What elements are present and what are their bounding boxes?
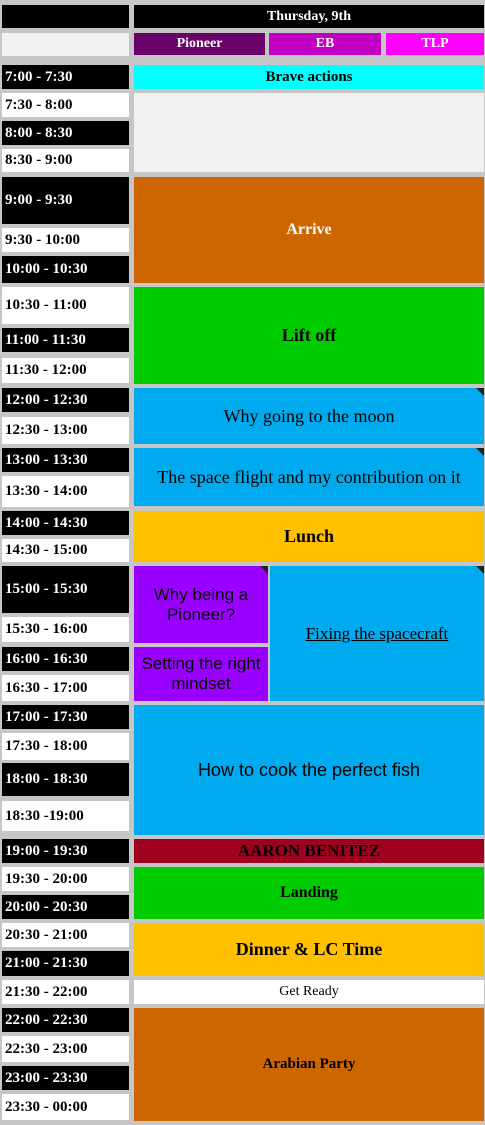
event-get-ready[interactable]: Get Ready (134, 980, 484, 1004)
time-slot: 17:30 - 18:00 (2, 733, 129, 760)
time-slot: 16:30 - 17:00 (2, 675, 129, 701)
time-slot: 9:30 - 10:00 (2, 228, 129, 252)
event-mindset[interactable]: Setting the right mindset (134, 647, 268, 701)
time-slot: 14:00 - 14:30 (2, 511, 129, 535)
event-space-flight[interactable]: The space flight and my contribution on … (134, 448, 484, 506)
event-cook-fish[interactable]: How to cook the perfect fish (134, 705, 484, 835)
time-slot: 7:00 - 7:30 (2, 65, 129, 89)
time-slot: 10:30 - 11:00 (2, 287, 129, 324)
time-slot: 22:30 - 23:00 (2, 1036, 129, 1062)
time-slot: 11:30 - 12:00 (2, 358, 129, 383)
time-slot: 21:30 - 22:00 (2, 980, 129, 1004)
time-slot: 11:00 - 11:30 (2, 328, 129, 352)
time-slot: 15:30 - 16:00 (2, 617, 129, 642)
event-why-pioneer[interactable]: Why being a Pioneer? (134, 566, 268, 643)
time-slot: 12:30 - 13:00 (2, 417, 129, 444)
corner-marker-icon (476, 388, 484, 396)
time-slot: 13:30 - 14:00 (2, 476, 129, 507)
time-slot: 19:00 - 19:30 (2, 839, 129, 863)
time-slot: 20:30 - 21:00 (2, 923, 129, 947)
time-slot: 23:30 - 00:00 (2, 1094, 129, 1120)
time-slot: 8:30 - 9:00 (2, 149, 129, 172)
event-empty-slot (134, 93, 484, 172)
event-dinner[interactable]: Dinner & LC Time (134, 923, 484, 976)
event-fixing-spacecraft-link[interactable]: Fixing the spacecraft (306, 624, 449, 644)
time-slot: 13:00 - 13:30 (2, 448, 129, 472)
event-why-moon-label: Why going to the moon (223, 405, 395, 426)
event-lift-off[interactable]: Lift off (134, 287, 484, 384)
time-slot: 18:30 -19:00 (2, 801, 129, 831)
event-brave-actions[interactable]: Brave actions (134, 65, 484, 89)
event-arrive[interactable]: Arrive (134, 177, 484, 283)
corner-marker-icon (476, 448, 484, 456)
time-slot: 19:30 - 20:00 (2, 867, 129, 891)
event-why-pioneer-label: Why being a Pioneer? (153, 584, 249, 624)
corner-marker-icon (476, 566, 484, 574)
event-aaron-benitez[interactable]: AARON BENITEZ (134, 839, 484, 863)
corner-marker-icon (260, 566, 268, 574)
time-slot: 7:30 - 8:00 (2, 93, 129, 117)
time-slot: 8:00 - 8:30 (2, 121, 129, 145)
time-slot: 22:00 - 22:30 (2, 1008, 129, 1032)
event-why-moon[interactable]: Why going to the moon (134, 388, 484, 444)
time-slot: 18:00 - 18:30 (2, 763, 129, 796)
header-blank (2, 5, 129, 28)
time-slot: 15:00 - 15:30 (2, 566, 129, 613)
track-eb[interactable]: EB (269, 33, 381, 55)
time-slot: 10:00 - 10:30 (2, 256, 129, 283)
day-header: Thursday, 9th (134, 5, 484, 28)
event-lunch[interactable]: Lunch (134, 511, 484, 562)
track-pioneer[interactable]: Pioneer (134, 33, 265, 55)
time-slot: 14:30 - 15:00 (2, 539, 129, 562)
time-slot: 21:00 - 21:30 (2, 951, 129, 976)
event-fixing-spacecraft[interactable]: Fixing the spacecraft (270, 566, 484, 701)
time-slot: 16:00 - 16:30 (2, 647, 129, 671)
track-header-blank (2, 33, 129, 56)
time-slot: 12:00 - 12:30 (2, 388, 129, 412)
event-landing[interactable]: Landing (134, 867, 484, 919)
time-slot: 20:00 - 20:30 (2, 895, 129, 919)
time-slot: 17:00 - 17:30 (2, 705, 129, 729)
time-slot: 9:00 - 9:30 (2, 177, 129, 224)
time-slot: 23:00 - 23:30 (2, 1066, 129, 1090)
event-space-flight-label: The space flight and my contribution on … (157, 466, 461, 487)
track-tlp[interactable]: TLP (386, 33, 484, 55)
event-arabian-party[interactable]: Arabian Party (134, 1008, 484, 1121)
